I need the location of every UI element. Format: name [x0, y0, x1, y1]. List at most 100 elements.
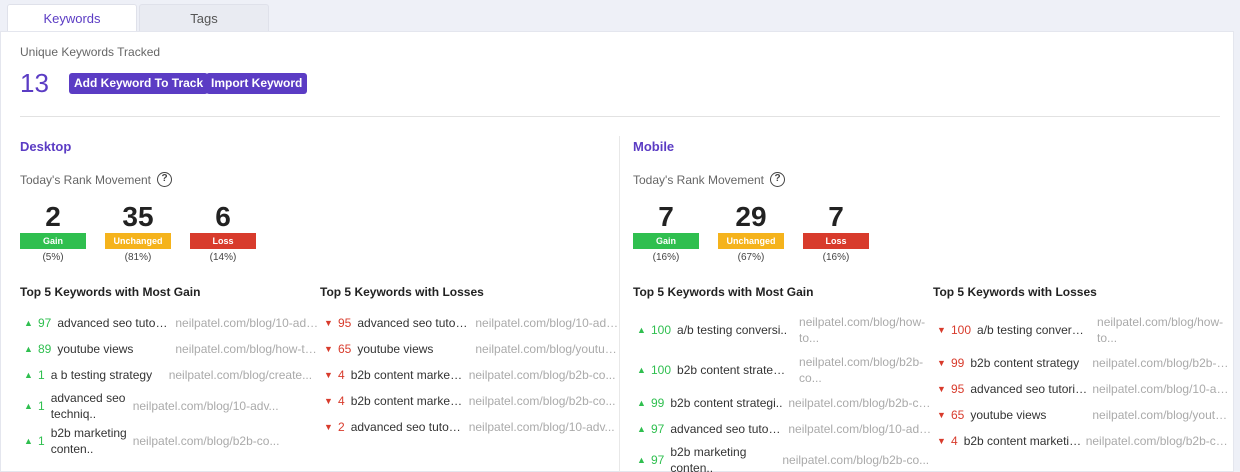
loss-badge: Loss — [190, 233, 256, 249]
loss-stat: 6 Loss (14%) — [190, 202, 256, 263]
arrow-down-icon: ▼ — [937, 325, 946, 335]
keyword-url[interactable]: neilpatel.com/blog/how-to... — [1097, 314, 1232, 346]
keyword: advanced seo tutoria.. — [350, 420, 465, 434]
rank-change: 4 — [338, 394, 345, 408]
keyword: advanced seo tutoria.. — [670, 422, 785, 436]
rank-movement-label: Today's Rank Movement — [20, 173, 152, 187]
arrow-down-icon: ▼ — [937, 410, 946, 420]
loss-percent: (16%) — [822, 252, 850, 263]
list-item[interactable]: ▼ 99 b2b content strategy neilpatel.com/… — [937, 350, 1232, 376]
mobile-section: Mobile Today's Rank Movement ? 7 Gain (1… — [633, 0, 1233, 472]
keyword-url[interactable]: neilpatel.com/blog/b2b-co... — [1092, 355, 1232, 371]
loss-percent: (14%) — [209, 252, 237, 263]
keyword-url[interactable]: neilpatel.com/blog/b2b-co... — [1086, 433, 1232, 449]
keyword-url[interactable]: neilpatel.com/blog/10-adv... — [475, 315, 619, 331]
top-loss-title: Top 5 Keywords with Losses — [933, 285, 1097, 299]
keyword: b2b content strategi.. — [677, 363, 790, 377]
keyword-url[interactable]: neilpatel.com/blog/youtub... — [1092, 407, 1232, 423]
arrow-down-icon: ▼ — [937, 436, 946, 446]
list-item[interactable]: ▼ 65 youtube views neilpatel.com/blog/yo… — [937, 402, 1232, 428]
list-item[interactable]: ▼ 65 youtube views neilpatel.com/blog/yo… — [324, 336, 619, 362]
list-item[interactable]: ▼ 4 b2b content marketin.. neilpatel.com… — [937, 428, 1232, 454]
list-item[interactable]: ▼ 95 advanced seo tutoria.. neilpatel.co… — [937, 376, 1232, 402]
rank-change: 97 — [651, 452, 665, 467]
loss-count: 7 — [828, 201, 844, 232]
rank-change: 99 — [651, 396, 665, 410]
help-icon[interactable]: ? — [157, 172, 172, 187]
keyword-url[interactable]: neilpatel.com/blog/b2b-co... — [782, 452, 932, 468]
list-item[interactable]: ▼ 95 advanced seo tutoria.. neilpatel.co… — [324, 310, 619, 336]
rank-change: 65 — [338, 342, 352, 356]
unchanged-percent: (81%) — [124, 252, 152, 263]
desktop-section: Desktop Today's Rank Movement ? 2 Gain (… — [20, 0, 620, 472]
keyword-url[interactable]: neilpatel.com/blog/10-adv... — [133, 398, 319, 414]
list-item[interactable]: ▲ 1 advanced seo techniq.. neilpatel.com… — [24, 388, 319, 423]
arrow-down-icon: ▼ — [937, 384, 946, 394]
gain-badge: Gain — [633, 233, 699, 249]
rank-change: 95 — [338, 316, 352, 330]
arrow-up-icon: ▲ — [24, 400, 33, 411]
rank-change: 95 — [951, 382, 965, 396]
arrow-up-icon: ▲ — [24, 344, 33, 354]
gain-count: 2 — [45, 201, 61, 232]
keyword-url[interactable]: neilpatel.com/blog/10-adv... — [788, 421, 932, 437]
keyword-url[interactable]: neilpatel.com/blog/b2b-co... — [799, 354, 932, 386]
list-item[interactable]: ▼ 2 advanced seo tutoria.. neilpatel.com… — [324, 414, 619, 440]
unchanged-badge: Unchanged — [718, 233, 784, 249]
keyword-url[interactable]: neilpatel.com/blog/b2b-co... — [133, 433, 319, 449]
gain-stat: 2 Gain (5%) — [20, 202, 86, 263]
rank-change: 97 — [38, 316, 52, 330]
arrow-down-icon: ▼ — [324, 370, 333, 380]
keyword: advanced seo techniq.. — [50, 390, 126, 421]
desktop-title: Desktop — [20, 139, 72, 154]
list-item[interactable]: ▲ 100 b2b content strategi.. neilpatel.c… — [637, 350, 932, 390]
list-item[interactable]: ▲ 97 b2b marketing conten.. neilpatel.co… — [637, 442, 932, 472]
keyword: youtube views — [57, 342, 134, 356]
keyword-url[interactable]: neilpatel.com/blog/10-adv... — [175, 315, 319, 331]
list-item[interactable]: ▲ 1 a b testing strategy neilpatel.com/b… — [24, 362, 319, 388]
list-item[interactable]: ▼ 4 b2b content marketin.. neilpatel.com… — [324, 362, 619, 388]
top-loss-title: Top 5 Keywords with Losses — [320, 285, 484, 299]
top-gain-title: Top 5 Keywords with Most Gain — [20, 285, 201, 299]
arrow-up-icon: ▲ — [637, 365, 646, 375]
arrow-up-icon: ▲ — [637, 325, 646, 335]
list-item[interactable]: ▲ 89 youtube views neilpatel.com/blog/ho… — [24, 336, 319, 362]
gain-percent: (5%) — [42, 252, 64, 263]
mobile-title: Mobile — [633, 139, 675, 154]
arrow-up-icon: ▲ — [24, 370, 33, 380]
list-item[interactable]: ▲ 1 b2b marketing conten.. neilpatel.com… — [24, 423, 319, 458]
top-gain-list: ▲ 97 advanced seo tutoria.. neilpatel.co… — [24, 310, 319, 458]
keyword: a/b testing conversi.. — [677, 323, 788, 337]
keyword-url[interactable]: neilpatel.com/blog/how-to... — [175, 341, 319, 357]
list-item[interactable]: ▼ 100 a/b testing conversi.. neilpatel.c… — [937, 310, 1232, 350]
keyword-url[interactable]: neilpatel.com/blog/how-to... — [799, 314, 932, 346]
list-item[interactable]: ▼ 4 b2b content marketin.. neilpatel.com… — [324, 388, 619, 414]
keyword: b2b content marketin.. — [350, 394, 465, 408]
top-gain-list: ▲ 100 a/b testing conversi.. neilpatel.c… — [637, 310, 932, 472]
rank-change: 97 — [651, 422, 665, 436]
keyword-url[interactable]: neilpatel.com/blog/b2b-co... — [469, 367, 619, 383]
unchanged-badge: Unchanged — [105, 233, 171, 249]
rank-change: 65 — [951, 408, 965, 422]
keyword-url[interactable]: neilpatel.com/blog/b2b-co... — [788, 395, 932, 411]
top-gain-title: Top 5 Keywords with Most Gain — [633, 285, 814, 299]
keyword: a b testing strategy — [50, 368, 153, 382]
list-item[interactable]: ▲ 97 advanced seo tutoria.. neilpatel.co… — [24, 310, 319, 336]
keyword-url[interactable]: neilpatel.com/blog/10-adv... — [469, 419, 619, 435]
list-item[interactable]: ▲ 100 a/b testing conversi.. neilpatel.c… — [637, 310, 932, 350]
keyword-url[interactable]: neilpatel.com/blog/youtub... — [475, 341, 619, 357]
keyword-url[interactable]: neilpatel.com/blog/create... — [169, 367, 319, 383]
gain-count: 7 — [658, 201, 674, 232]
keyword-url[interactable]: neilpatel.com/blog/b2b-co... — [469, 393, 619, 409]
rank-change: 89 — [38, 342, 52, 356]
rank-change: 1 — [38, 368, 45, 382]
arrow-down-icon: ▼ — [937, 358, 946, 368]
arrow-up-icon: ▲ — [637, 454, 646, 465]
list-item[interactable]: ▲ 97 advanced seo tutoria.. neilpatel.co… — [637, 416, 932, 442]
arrow-down-icon: ▼ — [324, 396, 333, 406]
keyword: b2b content strategi.. — [670, 396, 783, 410]
keyword-url[interactable]: neilpatel.com/blog/10-adv... — [1092, 381, 1232, 397]
arrow-up-icon: ▲ — [637, 398, 646, 408]
list-item[interactable]: ▲ 99 b2b content strategi.. neilpatel.co… — [637, 390, 932, 416]
help-icon[interactable]: ? — [770, 172, 785, 187]
